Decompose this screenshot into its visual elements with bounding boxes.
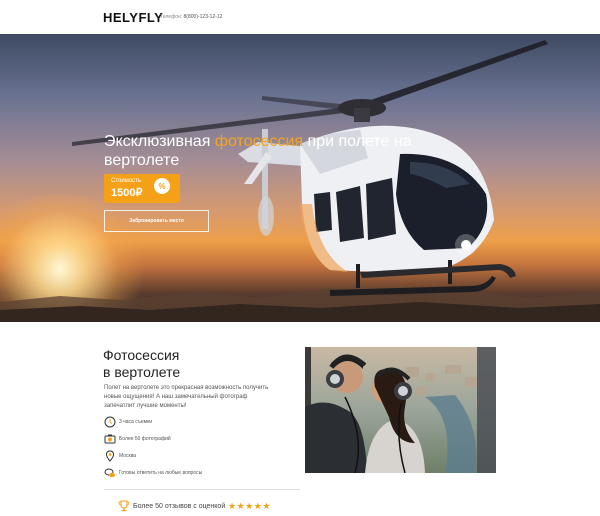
price-badge: Стоимость 1500₽ %: [104, 174, 180, 203]
phone-number[interactable]: 8(800)-123-12-12: [184, 14, 223, 20]
site-header: HELYFLY Телефон: 8(800)-123-12-12: [0, 0, 600, 34]
price-value: 1500₽: [111, 187, 143, 199]
star-icon: ★: [228, 501, 237, 511]
section-title-line2: в вертолете: [103, 364, 181, 380]
book-seat-button[interactable]: Забронировать место: [104, 210, 209, 232]
helicopter-image: [72, 40, 548, 296]
hero-title-accent: фотосессия: [214, 133, 304, 150]
hero-title-part1: Эксклюзивная: [104, 133, 215, 150]
feature-text: Готовы ответить на любые вопросы: [119, 470, 203, 476]
logo[interactable]: HELYFLY: [103, 10, 163, 25]
feature-text: Москва: [119, 453, 137, 459]
section-title-line1: Фотосессия: [103, 347, 180, 363]
chat-bubbles-icon: [104, 468, 115, 478]
trophy-icon: [118, 500, 130, 512]
percent-icon: %: [154, 178, 170, 194]
hero-banner: Эксклюзивная фотосессия при полете на ве…: [0, 34, 600, 322]
star-icon: ★: [245, 501, 254, 511]
camera-icon: [104, 434, 116, 444]
phone-label: Телефон:: [160, 14, 183, 20]
clock-icon: [104, 416, 116, 428]
star-icon: ★: [262, 501, 271, 511]
divider: [104, 489, 300, 490]
couple-photo-art: [305, 347, 496, 473]
header-phone: Телефон: 8(800)-123-12-12: [160, 14, 222, 20]
location-pin-icon: [105, 450, 115, 462]
rating-stars: ★★★★★: [228, 501, 271, 512]
feature-text: 3 часа съемки: [119, 419, 153, 425]
reviews-text: Более 50 отзывов с оценкой: [133, 503, 226, 510]
section-title: Фотосессия в вертолете: [103, 347, 180, 381]
price-label: Стоимость: [111, 178, 142, 184]
star-icon: ★: [236, 501, 246, 511]
hero-title: Эксклюзивная фотосессия при полете на ве…: [104, 132, 434, 170]
feature-text: Более 50 фотографий: [119, 436, 171, 442]
section-description: Полет на вертолете это прекрасная возмож…: [104, 385, 269, 409]
couple-photo: [305, 347, 496, 473]
